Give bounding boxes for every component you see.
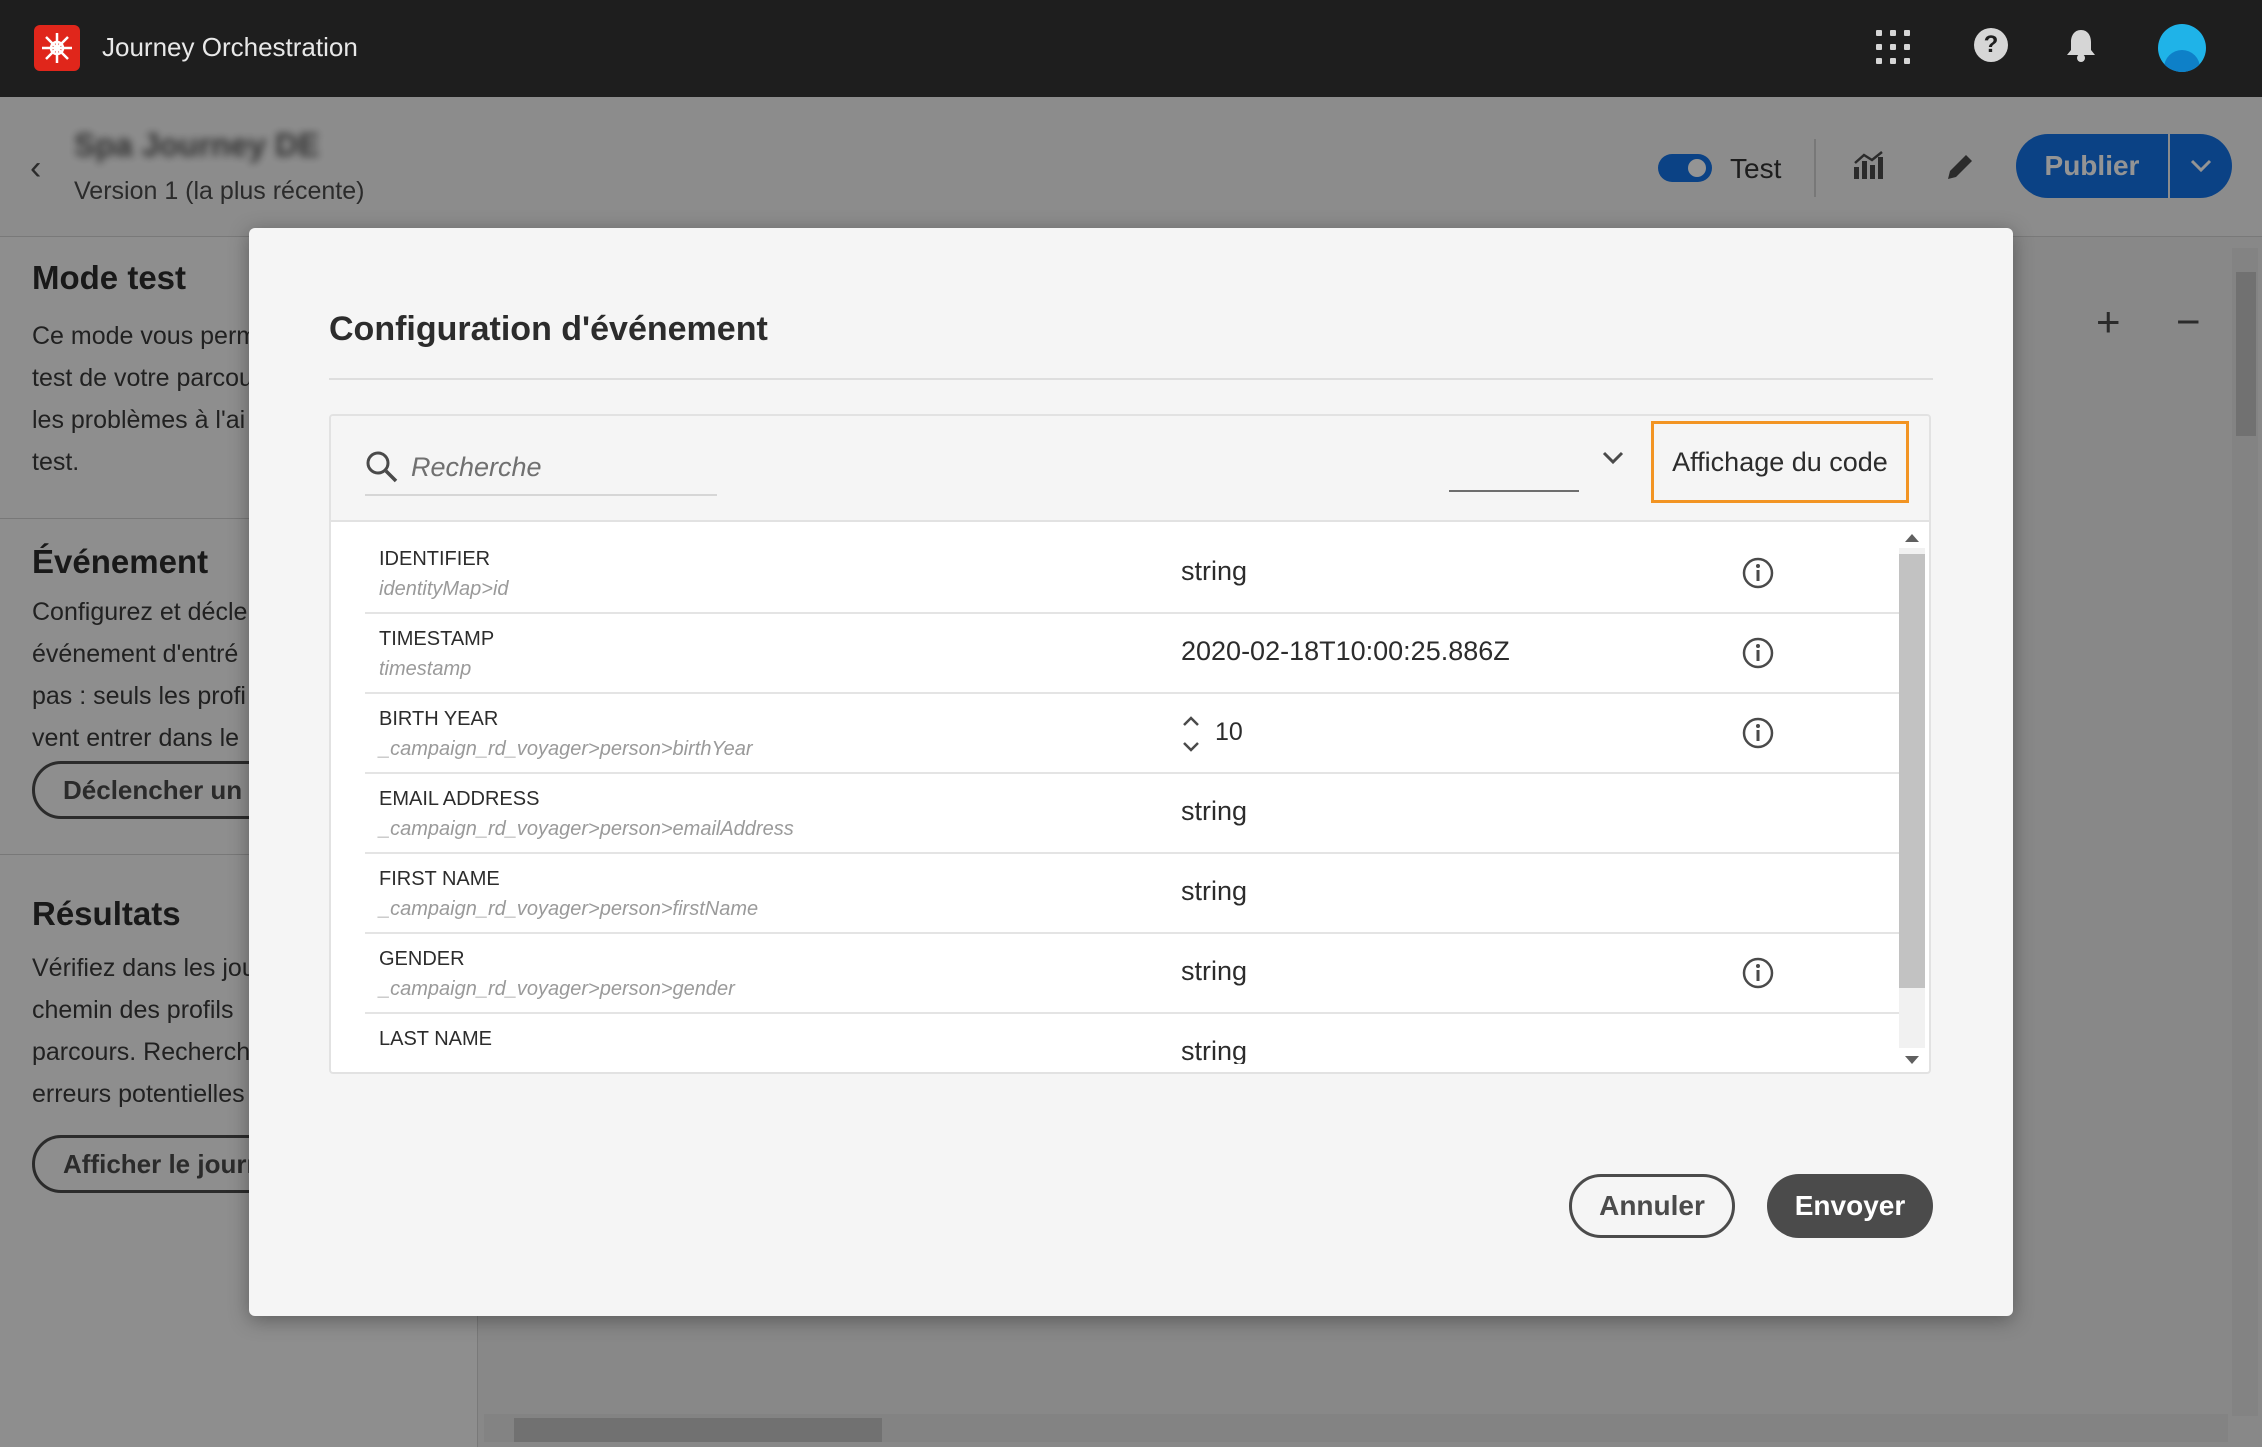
app-switcher-icon[interactable] [1876,30,1910,64]
field-row: IDENTIFIER identityMap>id string [365,534,1899,614]
cancel-button[interactable]: Annuler [1569,1174,1735,1238]
field-value-input[interactable]: 2020-02-18T10:00:25.886Z [1181,636,1510,667]
scroll-down-arrow-icon[interactable] [1905,1056,1919,1064]
fields-list: IDENTIFIER identityMap>id string TIMESTAMP t… [365,534,1899,1064]
field-row: TIMESTAMP timestamp 2020-02-18T10:00:25.88… [365,614,1899,694]
code-view-button[interactable]: Affichage du code [1651,421,1909,503]
avatar[interactable] [2158,24,2206,72]
field-name: EMAIL ADDRESS [379,788,540,810]
scrollbar-thumb[interactable] [1899,554,1925,988]
field-row: FIRST NAME _campaign_rd_voyager>person>fi… [365,854,1899,934]
field-row: GENDER _campaign_rd_voyager>person>gender… [365,934,1899,1014]
dialog-title: Configuration d'événement [329,310,768,348]
field-name: TIMESTAMP [379,628,495,650]
field-name: FIRST NAME [379,868,500,890]
chevron-down-icon[interactable] [1601,450,1625,471]
filter-dropdown[interactable] [1449,448,1579,492]
field-row: EMAIL ADDRESS _campaign_rd_voyager>person… [365,774,1899,854]
send-button[interactable]: Envoyer [1767,1174,1933,1238]
search-icon [365,450,399,489]
field-path: _campaign_rd_voyager>person>emailAddress [379,818,794,840]
help-icon[interactable]: ? [1974,28,2008,62]
app-title: Journey Orchestration [102,32,358,62]
info-icon[interactable] [1741,956,1775,995]
field-path: _campaign_rd_voyager>person>firstName [379,898,759,920]
field-value-input[interactable]: string [1181,556,1247,587]
scroll-up-arrow-icon[interactable] [1905,534,1919,542]
field-name: LAST NAME [379,1028,492,1050]
field-row: LAST NAME string [365,1014,1899,1064]
field-name: BIRTH YEAR [379,708,499,730]
field-value-input[interactable]: string [1181,956,1247,987]
search-input[interactable] [411,448,711,486]
info-icon[interactable] [1741,636,1775,675]
field-value-input[interactable]: string [1181,796,1247,827]
field-row: BIRTH YEAR _campaign_rd_voyager>person>bi… [365,694,1899,774]
title-divider [329,378,1933,380]
stepper-arrows-icon[interactable] [1181,714,1201,754]
bell-icon[interactable] [2066,28,2096,67]
event-configuration-dialog: Configuration d'événement Affichage du c… [249,228,2013,1316]
fields-scrollbar[interactable] [1897,528,1925,1070]
field-name: GENDER [379,948,465,970]
fields-toolbar: Affichage du code [331,416,1929,522]
fields-panel: Affichage du code IDENTIFIER identityMap>… [329,414,1931,1074]
top-bar: Journey Orchestration ? [0,0,2262,97]
field-value-input[interactable]: string [1181,1036,1247,1064]
info-icon[interactable] [1741,556,1775,595]
info-icon[interactable] [1741,716,1775,755]
field-name: IDENTIFIER [379,548,491,570]
field-path: identityMap>id [379,578,509,600]
field-path: _campaign_rd_voyager>person>gender [379,978,735,1000]
search-box [365,440,717,496]
adobe-logo-icon[interactable] [34,25,80,71]
field-value-input[interactable]: string [1181,876,1247,907]
field-path: timestamp [379,658,472,680]
field-value-input[interactable]: 10 [1215,718,1243,747]
field-path: _campaign_rd_voyager>person>birthYear [379,738,753,760]
